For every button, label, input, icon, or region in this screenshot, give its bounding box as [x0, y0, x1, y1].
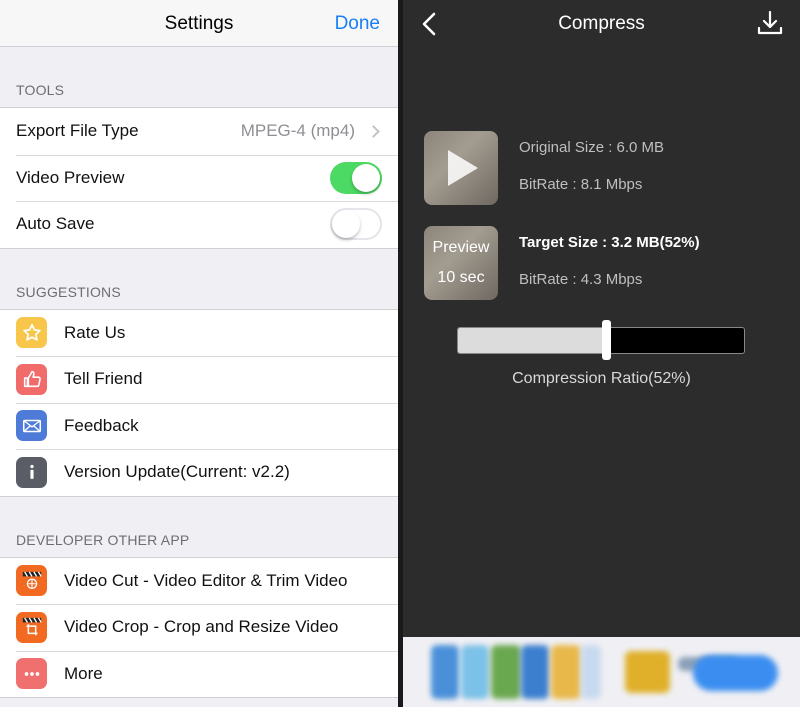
star-icon	[16, 317, 47, 349]
done-button[interactable]: Done	[335, 13, 380, 35]
compress-panel: Compress Original Size : 6.0 MB BitRate …	[403, 0, 800, 707]
ad-image	[521, 645, 549, 699]
toggle-knob	[352, 163, 380, 192]
compress-title: Compress	[558, 13, 645, 34]
auto-save-row: Auto Save	[0, 201, 398, 248]
settings-navbar: Settings Done	[0, 0, 398, 47]
more-label: More	[64, 663, 103, 683]
tools-section-header: TOOLS	[0, 47, 398, 107]
tools-group: Export File Type MPEG-4 (mp4) Video Prev…	[0, 107, 398, 249]
info-icon	[16, 456, 47, 488]
clapper-crop-icon	[16, 611, 47, 643]
feedback-label: Feedback	[64, 415, 139, 435]
video-crop-row[interactable]: Video Crop - Crop and Resize Video	[0, 604, 398, 651]
thumbs-up-icon	[16, 363, 47, 395]
tell-friend-row[interactable]: Tell Friend	[0, 356, 398, 403]
ad-install-button	[693, 655, 778, 691]
chevron-right-icon	[367, 124, 380, 138]
ad-banner[interactable]	[403, 637, 800, 707]
toggle-knob	[332, 210, 360, 239]
tell-friend-label: Tell Friend	[64, 369, 143, 389]
preview-label: Preview	[432, 239, 490, 256]
ad-app-icon	[625, 651, 670, 693]
feedback-row[interactable]: Feedback	[0, 402, 398, 450]
ad-image	[461, 645, 489, 699]
original-video-thumbnail[interactable]	[424, 131, 498, 205]
version-update-label: Version Update(Current: v2.2)	[64, 462, 290, 482]
more-row[interactable]: More	[0, 650, 398, 698]
download-icon[interactable]	[756, 9, 784, 37]
settings-panel: Settings Done TOOLS Export File Type MPE…	[0, 0, 398, 707]
developer-header-label: DEVELOPER OTHER APP	[16, 531, 190, 548]
original-size-text: Original Size : 6.0 MB	[519, 139, 665, 156]
more-icon	[16, 658, 47, 690]
export-file-type-label: Export File Type	[16, 121, 139, 141]
video-cut-row[interactable]: Video Cut - Video Editor & Trim Video	[0, 558, 398, 605]
video-cut-label: Video Cut - Video Editor & Trim Video	[64, 570, 348, 590]
tools-header-label: TOOLS	[16, 82, 65, 98]
auto-save-toggle[interactable]	[330, 208, 382, 241]
compression-ratio-slider-thumb[interactable]	[602, 320, 612, 360]
compression-ratio-slider-track[interactable]	[457, 327, 745, 354]
target-size-text: Target Size : 3.2 MB(52%)	[519, 234, 700, 251]
developer-section-header: DEVELOPER OTHER APP	[0, 497, 398, 557]
suggestions-section-header: SUGGESTIONS	[0, 249, 398, 309]
clapper-cut-icon	[16, 565, 47, 597]
ad-image	[431, 645, 459, 699]
video-preview-toggle[interactable]	[330, 161, 382, 194]
auto-save-label: Auto Save	[16, 214, 95, 234]
video-preview-label: Video Preview	[16, 167, 125, 187]
preview-duration: 10 sec	[437, 269, 485, 286]
video-crop-label: Video Crop - Crop and Resize Video	[64, 617, 339, 637]
ad-image	[581, 645, 601, 699]
suggestions-header-label: SUGGESTIONS	[16, 283, 121, 300]
ad-image	[491, 645, 521, 699]
version-update-row[interactable]: Version Update(Current: v2.2)	[0, 449, 398, 496]
compression-ratio-slider-fill	[458, 328, 607, 353]
video-preview-row: Video Preview	[0, 154, 398, 202]
original-bitrate-text: BitRate : 8.1 Mbps	[519, 176, 643, 193]
ad-image	[551, 645, 581, 699]
suggestions-group: Rate Us Tell Friend Feedback Version Upd…	[0, 308, 398, 497]
preview-video-thumbnail[interactable]: Preview 10 sec	[424, 226, 498, 300]
compression-ratio-label: Compression Ratio(52%)	[512, 370, 691, 387]
rate-us-label: Rate Us	[64, 322, 126, 342]
target-bitrate-text: BitRate : 4.3 Mbps	[519, 271, 643, 288]
export-file-type-value: MPEG-4 (mp4)	[240, 121, 355, 141]
export-file-type-row[interactable]: Export File Type MPEG-4 (mp4)	[0, 108, 398, 155]
mail-icon	[16, 410, 47, 442]
rate-us-row[interactable]: Rate Us	[0, 310, 398, 357]
developer-group: Video Cut - Video Editor & Trim Video Vi…	[0, 556, 398, 698]
play-icon	[448, 150, 478, 186]
